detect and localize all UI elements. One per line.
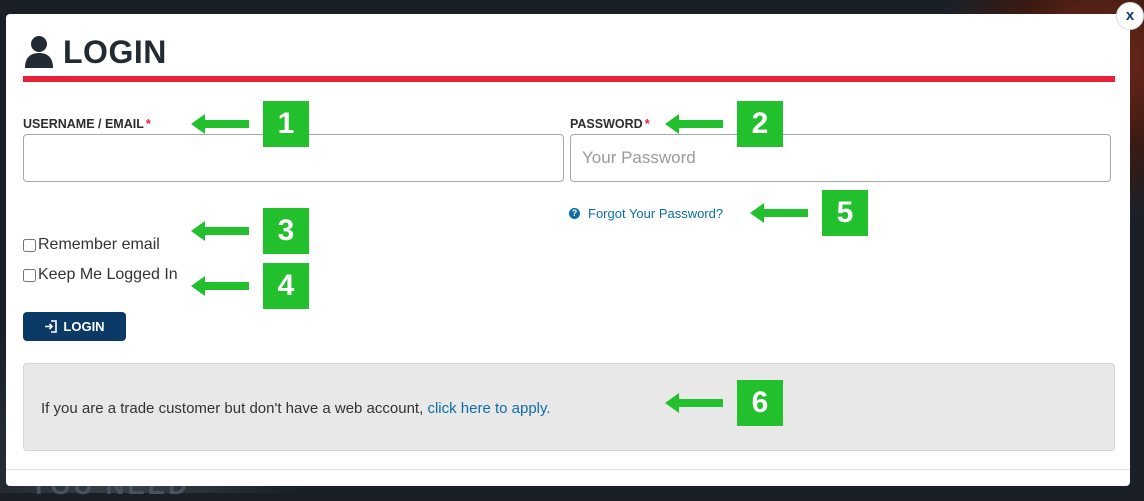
password-label: PASSWORD *: [570, 117, 650, 131]
forgot-password-text: Forgot Your Password?: [588, 206, 724, 221]
title-divider: [23, 76, 1115, 82]
arrow-left-icon: [191, 221, 249, 241]
annotation-number: 5: [822, 190, 868, 236]
annotation-4: 4: [191, 263, 309, 309]
question-circle-icon: ?: [569, 208, 580, 219]
arrow-left-icon: [665, 114, 723, 134]
trade-info-message: If you are a trade customer but don't ha…: [41, 400, 428, 417]
remember-email-row[interactable]: Remember email: [23, 236, 160, 254]
password-label-text: PASSWORD: [570, 117, 643, 131]
close-icon: x: [1125, 7, 1135, 24]
footer-divider: [6, 469, 1130, 470]
annotation-number: 4: [263, 263, 309, 309]
password-input[interactable]: [570, 134, 1111, 182]
annotation-2: 2: [665, 101, 783, 147]
password-required-mark: *: [644, 117, 650, 131]
annotation-number: 2: [737, 101, 783, 147]
forgot-password-link[interactable]: ? Forgot Your Password?: [569, 206, 723, 221]
arrow-left-icon: [750, 203, 808, 223]
trade-info-box: If you are a trade customer but don't ha…: [23, 363, 1115, 451]
trade-info-text: If you are a trade customer but don't ha…: [41, 400, 551, 417]
annotation-number: 6: [737, 380, 783, 426]
annotation-1: 1: [191, 101, 309, 147]
login-dialog: LOGIN USERNAME / EMAIL * PASSWORD * ? Forg…: [6, 14, 1130, 486]
login-button[interactable]: LOGIN: [23, 312, 126, 341]
username-label: USERNAME / EMAIL *: [23, 117, 151, 131]
apply-link[interactable]: click here to apply.: [427, 400, 550, 417]
annotation-number: 3: [263, 208, 309, 254]
arrow-left-icon: [191, 114, 249, 134]
arrow-left-icon: [191, 276, 249, 296]
user-icon: [25, 36, 53, 68]
dialog-header: LOGIN: [23, 32, 167, 72]
keep-logged-in-label: Keep Me Logged In: [38, 266, 178, 283]
annotation-5: 5: [750, 190, 868, 236]
remember-email-checkbox[interactable]: [23, 238, 36, 252]
annotation-3: 3: [191, 208, 309, 254]
keep-logged-in-row[interactable]: Keep Me Logged In: [23, 266, 178, 284]
username-label-text: USERNAME / EMAIL: [23, 117, 144, 131]
keep-logged-in-checkbox[interactable]: [23, 268, 36, 282]
arrow-left-icon: [665, 393, 723, 413]
annotation-6: 6: [665, 380, 783, 426]
username-required-mark: *: [145, 117, 151, 131]
annotation-number: 1: [263, 101, 309, 147]
sign-in-icon: [45, 320, 58, 333]
remember-email-label: Remember email: [38, 236, 160, 253]
dialog-title: LOGIN: [63, 33, 167, 70]
login-button-label: LOGIN: [63, 319, 105, 334]
close-button[interactable]: x: [1116, 2, 1144, 30]
